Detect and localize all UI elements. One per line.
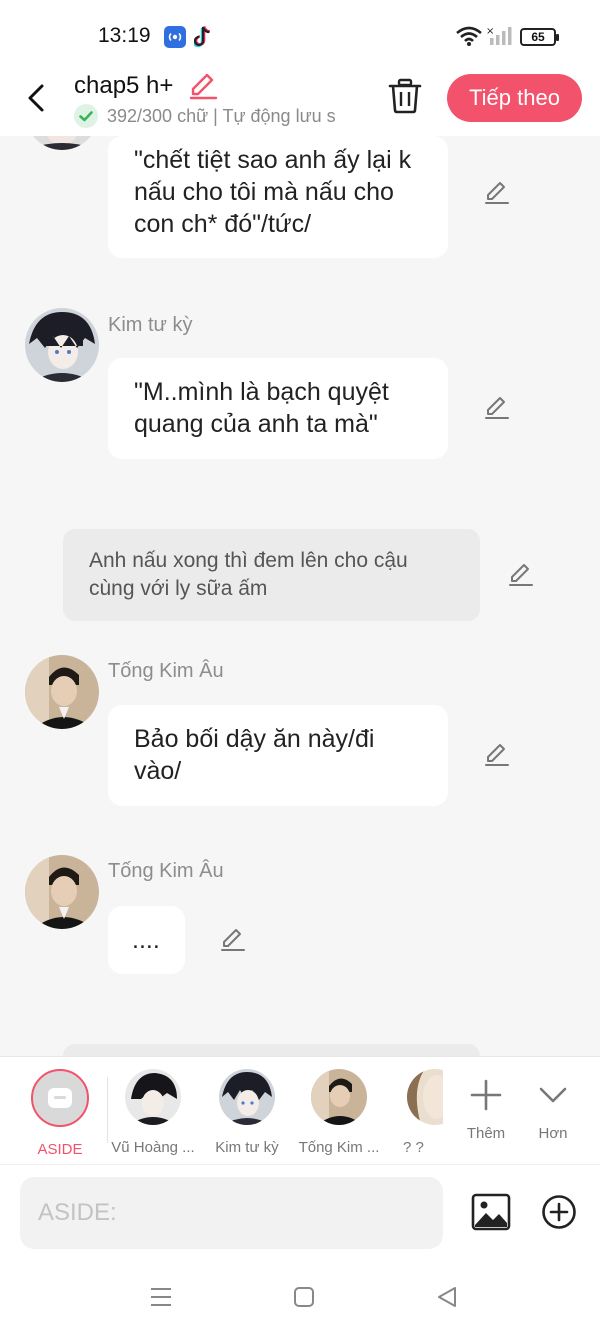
sender-name: Tống Kim Âu <box>108 860 224 882</box>
character-kim-tu-ky[interactable]: Kim tư kỳ <box>202 1069 292 1156</box>
more-label: Hơn <box>538 1125 568 1142</box>
status-bar: 13:19 × 65 <box>0 0 600 72</box>
avatar[interactable] <box>25 655 99 729</box>
system-nav-bar <box>0 1264 600 1333</box>
avatar <box>311 1069 367 1125</box>
message-bubble[interactable]: "M..mình là bạch quyệt quang của anh ta … <box>108 358 448 459</box>
wifi-icon <box>456 26 482 46</box>
narration-block[interactable] <box>63 1044 480 1056</box>
sender-name: Kim tư kỳ <box>108 314 193 336</box>
edit-message-icon[interactable] <box>484 180 510 206</box>
character-name: Tống Kim ... <box>298 1139 380 1156</box>
narration-block[interactable]: Anh nấu xong thì đem lên cho cậu cùng vớ… <box>63 529 480 621</box>
avatar <box>219 1069 275 1125</box>
edit-message-icon[interactable] <box>220 927 246 953</box>
home-nav-icon[interactable] <box>293 1286 315 1308</box>
character-name: ? ? <box>403 1139 424 1156</box>
editor-header: chap5 h+ 392/300 chữ | Tự động lưu s Tiế… <box>0 72 600 136</box>
character-aside[interactable]: ASIDE <box>15 1069 105 1158</box>
menu-nav-icon[interactable] <box>149 1286 173 1308</box>
tiktok-icon <box>194 26 211 48</box>
message-bubble[interactable]: .... <box>108 906 185 974</box>
saved-check-icon <box>74 104 98 128</box>
character-name: Vũ Hoàng ... <box>111 1139 195 1156</box>
more-button[interactable]: Hơn <box>508 1069 598 1142</box>
message-bubble[interactable]: "chết tiệt sao anh ấy lại k nấu cho tôi … <box>108 136 448 258</box>
edit-title-icon[interactable] <box>188 72 218 100</box>
next-button[interactable]: Tiếp theo <box>447 74 582 122</box>
message-input[interactable] <box>20 1177 443 1249</box>
character-tong-kim-au[interactable]: Tống Kim ... <box>294 1069 384 1156</box>
avatar <box>125 1069 181 1125</box>
trash-icon[interactable] <box>388 78 422 114</box>
battery-indicator: 65 <box>520 28 559 46</box>
status-time: 13:19 <box>98 24 151 47</box>
add-circle-icon[interactable] <box>541 1194 577 1230</box>
character-unknown[interactable]: ? ? <box>383 1069 443 1156</box>
back-nav-icon[interactable] <box>436 1285 458 1309</box>
character-selector: ASIDE Vũ Hoàng ... Kim tư kỳ Tống Kim ..… <box>0 1056 600 1164</box>
composer <box>0 1164 600 1264</box>
sender-name: Tống Kim Âu <box>108 660 224 682</box>
character-name: ASIDE <box>37 1141 83 1158</box>
avatar <box>407 1069 443 1125</box>
character-vu-hoang[interactable]: Vũ Hoàng ... <box>108 1069 198 1156</box>
edit-narration-icon[interactable] <box>508 562 534 588</box>
chapter-title: chap5 h+ <box>74 72 174 99</box>
aside-icon <box>31 1069 89 1127</box>
word-count-status: 392/300 chữ | Tự động lưu s <box>107 106 336 126</box>
avatar[interactable] <box>25 136 99 150</box>
plus-icon <box>470 1079 502 1111</box>
avatar[interactable] <box>25 308 99 382</box>
signal-icon: × <box>486 26 512 45</box>
message-bubble[interactable]: Bảo bối dậy ăn này/đi vào/ <box>108 705 448 806</box>
character-name: Kim tư kỳ <box>215 1139 279 1156</box>
back-button[interactable] <box>22 80 52 116</box>
broadcast-app-icon <box>164 26 186 48</box>
avatar[interactable] <box>25 855 99 929</box>
image-icon[interactable] <box>471 1193 511 1231</box>
chevron-down-icon <box>539 1087 567 1103</box>
svg-text:×: × <box>486 26 494 37</box>
chat-area[interactable]: "chết tiệt sao anh ấy lại k nấu cho tôi … <box>0 136 600 1056</box>
edit-message-icon[interactable] <box>484 395 510 421</box>
edit-message-icon[interactable] <box>484 742 510 768</box>
